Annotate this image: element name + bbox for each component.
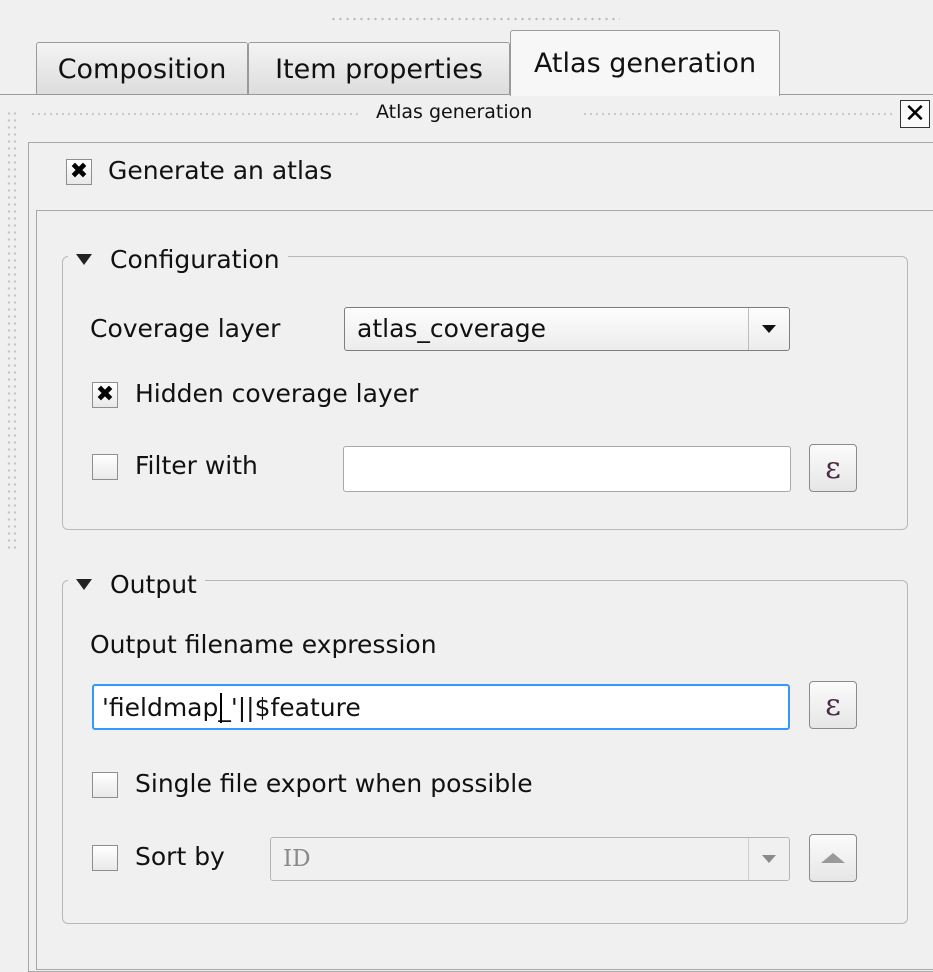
generate-atlas-checkbox[interactable]: ✖	[66, 159, 92, 185]
sort-by-checkbox[interactable]	[92, 845, 118, 871]
output-filename-value: 'fieldmap_'||$feature	[102, 693, 361, 722]
check-icon: ✖	[95, 382, 115, 407]
left-resize-grip[interactable]	[6, 110, 16, 550]
output-filename-label: Output filename expression	[90, 630, 437, 659]
tab-divider	[0, 94, 933, 95]
configuration-title: Configuration	[110, 244, 280, 274]
dock-title: Atlas generation	[376, 101, 533, 123]
coverage-layer-label: Coverage layer	[90, 314, 281, 343]
tab-bar: Composition Item properties Atlas genera…	[0, 0, 933, 96]
atlas-generation-window: Composition Item properties Atlas genera…	[0, 0, 933, 972]
single-file-label: Single file export when possible	[135, 769, 533, 798]
sort-order-button[interactable]	[809, 834, 857, 882]
triangle-up-icon	[821, 853, 845, 863]
expression-icon: ε	[825, 450, 841, 486]
tab-item-properties[interactable]: Item properties	[248, 42, 510, 95]
chevron-down-icon	[748, 308, 789, 350]
hidden-coverage-checkbox[interactable]: ✖	[92, 382, 118, 408]
sort-by-label: Sort by	[135, 842, 225, 871]
triangle-down-icon	[76, 253, 92, 265]
filter-expression-button[interactable]: ε	[809, 444, 857, 492]
sort-by-select[interactable]: ID	[270, 837, 790, 881]
triangle-down-icon	[76, 578, 92, 590]
output-expression-button[interactable]: ε	[809, 681, 857, 729]
dock-title-bar[interactable]: Atlas generation ✕	[30, 98, 933, 130]
hidden-coverage-label: Hidden coverage layer	[135, 379, 419, 408]
expression-icon: ε	[825, 687, 841, 723]
output-filename-input[interactable]: 'fieldmap_'||$feature	[92, 684, 790, 730]
configuration-header[interactable]: Configuration	[68, 242, 288, 276]
check-icon: ✖	[69, 159, 89, 184]
dock-grip-left	[30, 111, 362, 117]
output-header[interactable]: Output	[68, 567, 205, 601]
single-file-checkbox[interactable]	[92, 772, 118, 798]
filter-with-label: Filter with	[135, 451, 258, 480]
coverage-layer-select[interactable]: atlas_coverage	[344, 307, 790, 351]
tab-atlas-generation[interactable]: Atlas generation	[510, 30, 780, 96]
tab-composition[interactable]: Composition	[36, 42, 248, 95]
chevron-down-icon	[748, 838, 789, 880]
sort-by-value: ID	[283, 846, 311, 872]
close-icon[interactable]: ✕	[900, 100, 930, 128]
filter-expression-input[interactable]	[343, 446, 791, 492]
dock-grip-right	[582, 111, 894, 117]
generate-atlas-label: Generate an atlas	[108, 156, 333, 185]
filter-with-checkbox[interactable]	[92, 454, 118, 480]
text-cursor	[220, 693, 222, 723]
coverage-layer-value: atlas_coverage	[357, 314, 546, 343]
output-title: Output	[110, 569, 197, 599]
